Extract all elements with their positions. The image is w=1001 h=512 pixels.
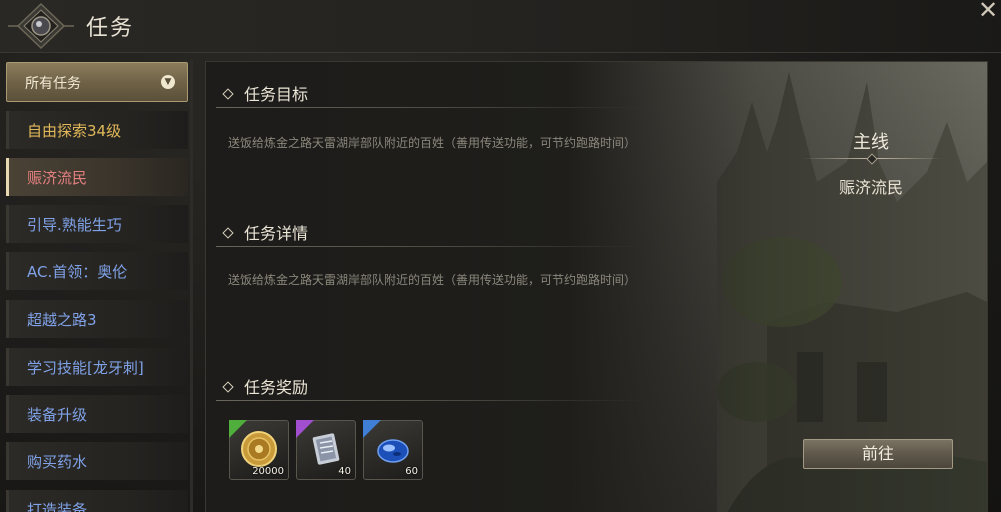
chevron-down-icon: ▼ bbox=[161, 75, 175, 89]
title-bar: 任务 ✕ bbox=[0, 0, 1001, 53]
quest-detail-panel: 任务目标 送饭给炼金之路天雷湖岸部队附近的百姓（善用传送功能，可节约跑路时间） … bbox=[205, 61, 988, 512]
quest-item-label: 赈济流民 bbox=[27, 169, 88, 187]
quest-item[interactable]: 装备升级 bbox=[6, 395, 188, 433]
quest-item[interactable]: 引导.熟能生巧 bbox=[6, 205, 188, 243]
quest-window: 任务 ✕ 所有任务 ▼ 自由探索34级 赈济流民 引导.熟能生巧 AC.首领：奥… bbox=[0, 0, 1001, 512]
diamond-bullet-icon bbox=[222, 88, 234, 100]
quest-item-active[interactable]: 赈济流民 bbox=[6, 158, 188, 196]
reward-count: 40 bbox=[338, 466, 351, 477]
reward-slot-gold[interactable]: 20000 bbox=[229, 420, 289, 480]
details-text: 送饭给炼金之路天雷湖岸部队附近的百姓（善用传送功能，可节约跑路时间） bbox=[228, 273, 637, 287]
section-divider bbox=[216, 246, 646, 247]
section-divider bbox=[216, 107, 646, 108]
window-title: 任务 bbox=[86, 16, 135, 41]
reward-slot-scroll[interactable]: 40 bbox=[296, 420, 356, 480]
diamond-bullet-icon bbox=[222, 381, 234, 393]
details-heading: 任务详情 bbox=[222, 220, 309, 244]
quest-item[interactable]: 学习技能[龙牙刺] bbox=[6, 348, 188, 386]
reward-slot-gem[interactable]: 60 bbox=[363, 420, 423, 480]
section-divider bbox=[216, 400, 646, 401]
quest-list-sidebar: 所有任务 ▼ 自由探索34级 赈济流民 引导.熟能生巧 AC.首领：奥伦 超越之… bbox=[4, 60, 198, 512]
rewards-heading: 任务奖励 bbox=[222, 374, 309, 398]
quest-item-label: 购买药水 bbox=[27, 453, 88, 471]
gold-coin-icon bbox=[241, 431, 277, 467]
quest-filter-label: 所有任务 bbox=[25, 76, 81, 92]
objective-heading: 任务目标 bbox=[222, 81, 309, 105]
reward-count: 20000 bbox=[252, 466, 284, 477]
diamond-bullet-icon bbox=[222, 227, 234, 239]
quest-item-label: 装备升级 bbox=[27, 406, 88, 424]
quest-item[interactable]: 购买药水 bbox=[6, 442, 188, 480]
emblem-icon bbox=[8, 2, 74, 50]
go-to-button[interactable]: 前往 bbox=[803, 439, 953, 469]
objective-title: 任务目标 bbox=[244, 85, 309, 104]
close-icon[interactable]: ✕ bbox=[975, 0, 1001, 26]
quest-item-label: 引导.熟能生巧 bbox=[27, 216, 122, 234]
quest-filter-dropdown[interactable]: 所有任务 ▼ bbox=[6, 62, 188, 102]
quest-item-label: AC.首领：奥伦 bbox=[27, 263, 128, 281]
details-title: 任务详情 bbox=[244, 224, 309, 243]
quest-item[interactable]: 超越之路3 bbox=[6, 300, 188, 338]
quest-item[interactable]: 自由探索34级 bbox=[6, 111, 188, 149]
quest-item-label: 打造装备 bbox=[27, 501, 88, 512]
quest-item-label: 超越之路3 bbox=[27, 311, 97, 329]
quest-name-label: 赈济流民 bbox=[838, 178, 903, 197]
objective-text: 送饭给炼金之路天雷湖岸部队附近的百姓（善用传送功能，可节约跑路时间） bbox=[228, 136, 637, 150]
blue-gem-icon bbox=[377, 439, 409, 463]
reward-count: 60 bbox=[405, 466, 418, 477]
quest-type-label: 主线 bbox=[853, 132, 889, 153]
scroll-icon bbox=[312, 433, 340, 465]
quest-item[interactable]: 打造装备 bbox=[6, 490, 188, 512]
quest-item-label: 学习技能[龙牙刺] bbox=[27, 359, 144, 377]
rewards-title: 任务奖励 bbox=[244, 378, 309, 397]
quest-item[interactable]: AC.首领：奥伦 bbox=[6, 252, 188, 290]
quest-item-label: 自由探索34级 bbox=[27, 122, 122, 140]
sidebar-scrollbar[interactable] bbox=[190, 60, 193, 512]
